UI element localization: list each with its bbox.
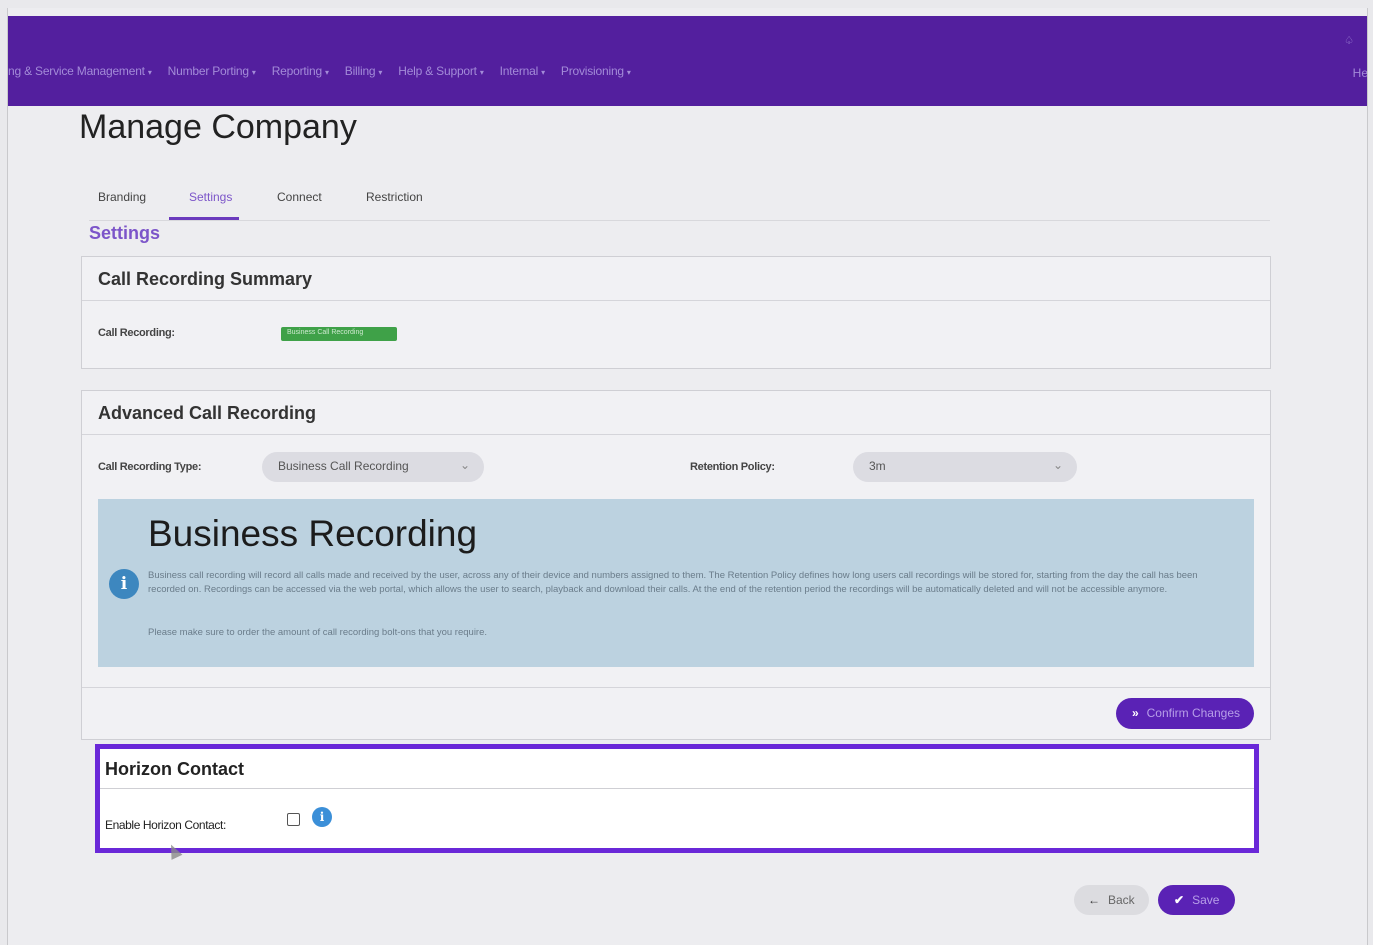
nav-item-label: ng & Service Management [8,64,145,78]
chevron-down-icon: ▾ [479,68,484,77]
panel-title: Call Recording Summary [82,257,1270,301]
nav-menu: ng & Service Management ▾ Number Porting ▾… [8,64,639,78]
nav-item-provisioning[interactable]: Provisioning ▾ [553,64,639,78]
info-text: Business call recording will record all … [148,570,1198,595]
chevron-down-icon: ▾ [378,68,383,77]
chevron-down-icon: ▾ [541,68,545,77]
info-title: Business Recording [148,513,478,554]
active-tab-indicator [169,217,239,220]
panel-footer: » Confirm Changes [82,687,1270,739]
app-window: ng & Service Management ▾ Number Porting ▾… [7,8,1368,945]
chevron-down-icon: ▾ [147,68,152,77]
enable-horizon-contact-checkbox[interactable] [287,813,300,826]
chevron-down-icon: ▾ [324,68,329,77]
section-heading: Settings [89,223,161,243]
panel-title: Horizon Contact [100,749,1254,789]
nav-item-reporting[interactable]: Reporting ▾ [264,64,337,78]
back-button[interactable]: ← Back [1074,885,1149,915]
nav-item-label: Number Porting [167,64,249,78]
nav-item-number-porting[interactable]: Number Porting ▾ [160,64,264,78]
call-recording-type-label: Call Recording Type: [98,461,202,473]
advanced-call-recording-panel: Advanced Call Recording Call Recording T… [81,390,1271,740]
retention-policy-select[interactable]: 3m ⌄ [853,452,1077,482]
call-recording-type-select[interactable]: Business Call Recording ⌄ [262,452,484,482]
page-title: Manage Company [79,108,357,146]
top-navigation-bar: ng & Service Management ▾ Number Porting ▾… [8,16,1367,106]
arrow-left-icon: ← [1088,893,1100,907]
tab-settings[interactable]: Settings [189,190,232,204]
nav-help-link[interactable]: He [1353,66,1367,80]
nav-item-label: Reporting [271,64,322,78]
nav-item-help-support[interactable]: Help & Support ▾ [390,64,491,78]
horizon-contact-panel: Horizon Contact Enable Horizon Contact: … [95,744,1259,853]
chevron-down-icon: ⌄ [459,458,470,472]
nav-item-label: Billing [344,64,376,78]
select-value: Business Call Recording [278,459,409,473]
call-recording-label: Call Recording: [98,327,175,339]
panel-title: Advanced Call Recording [82,391,1270,435]
nav-item-label: Help & Support [398,64,477,78]
info-callout: Business Recording i Business call recor… [98,499,1254,667]
status-badge: Business Call Recording [281,327,397,341]
nav-item-service-management[interactable]: ng & Service Management ▾ [8,64,160,78]
info-icon: i [109,569,139,599]
select-value: 3m [869,459,886,473]
button-label: Save [1192,893,1220,907]
tab-restriction[interactable]: Restriction [366,190,423,204]
double-chevron-right-icon: » [1131,706,1139,720]
nav-item-internal[interactable]: Internal ▾ [492,64,553,78]
check-icon: ✔ [1174,893,1185,907]
save-button[interactable]: ✔ Save [1158,885,1236,915]
tab-branding[interactable]: Branding [98,190,146,204]
bell-icon[interactable]: ♤ [1344,34,1354,47]
info-note: Please make sure to order the amount of … [148,627,488,638]
button-label: Back [1108,893,1135,907]
confirm-changes-button[interactable]: » Confirm Changes [1115,698,1254,729]
info-icon[interactable]: i [312,807,332,827]
retention-policy-label: Retention Policy: [690,461,775,473]
enable-horizon-contact-label: Enable Horizon Contact: [105,818,226,832]
button-label: Confirm Changes [1146,706,1240,720]
chevron-down-icon: ▾ [251,68,256,77]
tab-bar: Branding Settings Connect Restriction [89,181,1270,221]
nav-item-billing[interactable]: Billing ▾ [337,64,390,78]
tab-connect[interactable]: Connect [277,190,322,204]
call-recording-summary-panel: Call Recording Summary Call Recording: B… [81,256,1271,369]
nav-item-label: Provisioning [560,64,624,78]
nav-item-label: Internal [499,64,539,78]
chevron-down-icon: ⌄ [1052,458,1063,472]
chevron-down-icon: ▾ [626,68,631,77]
